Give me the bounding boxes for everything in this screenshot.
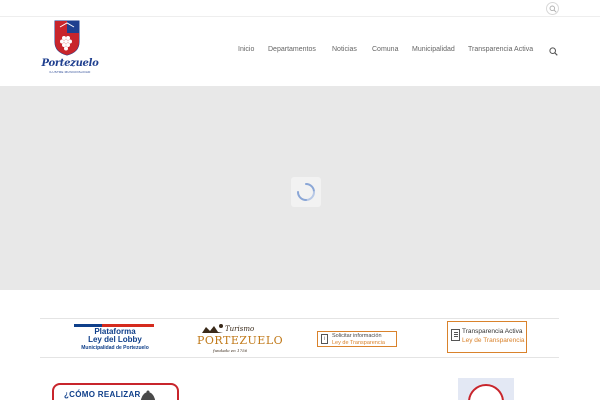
transparencia-box: Transparencia Activa Ley de Transparenci… bbox=[447, 321, 527, 353]
lobby-subtitle: Municipalidad de Portezuelo bbox=[81, 345, 149, 351]
document-icon: i bbox=[321, 334, 328, 344]
transparencia-subtitle: Ley de Transparencia bbox=[462, 337, 525, 344]
banner-solicitar-informacion[interactable]: i Solicitar información Ley de Transpare… bbox=[317, 319, 397, 357]
transparencia-title: Transparencia Activa bbox=[462, 328, 523, 335]
turismo-title: PORTEZUELO bbox=[197, 334, 284, 347]
logo-tagline: ILUSTRE MUNICIPALIDAD bbox=[49, 70, 91, 74]
solicitar-title: Solicitar información bbox=[332, 333, 382, 339]
search-icon bbox=[549, 5, 557, 13]
banner-row: Plataforma Ley del Lobby Municipalidad d… bbox=[40, 318, 559, 358]
top-utility-bar bbox=[0, 0, 600, 17]
document-icon bbox=[451, 329, 460, 341]
nav-item-transparencia-activa[interactable]: Transparencia Activa bbox=[468, 46, 533, 53]
banner-seal[interactable] bbox=[458, 378, 514, 400]
top-search-button[interactable] bbox=[546, 2, 559, 15]
nav-item-noticias[interactable]: Noticias bbox=[332, 46, 357, 53]
loading-indicator bbox=[291, 177, 321, 207]
logo-wordmark: Portezuelo bbox=[41, 58, 99, 69]
banner-transparencia-activa[interactable]: Transparencia Activa Ley de Transparenci… bbox=[447, 319, 527, 357]
site-header: Portezuelo ILUSTRE MUNICIPALIDAD Inicio … bbox=[0, 17, 600, 86]
main-nav: Inicio Departamentos Noticias Comuna Mun… bbox=[0, 46, 600, 58]
page: Portezuelo ILUSTRE MUNICIPALIDAD Inicio … bbox=[0, 0, 600, 400]
banner-como-realizar[interactable]: ¿CÓMO REALIZAR bbox=[52, 383, 179, 400]
nav-item-departamentos[interactable]: Departamentos bbox=[268, 46, 316, 53]
seal-icon bbox=[468, 384, 504, 400]
nav-item-inicio[interactable]: Inicio bbox=[238, 46, 254, 53]
turismo-label: Turismo bbox=[225, 325, 255, 333]
solicitar-box: i Solicitar información Ley de Transpare… bbox=[317, 331, 397, 347]
como-realizar-text: ¿CÓMO REALIZAR bbox=[64, 390, 141, 399]
search-icon[interactable] bbox=[549, 47, 558, 56]
nav-item-municipalidad[interactable]: Municipalidad bbox=[412, 46, 455, 53]
solicitar-subtitle: Ley de Transparencia bbox=[332, 340, 385, 346]
nav-item-comuna[interactable]: Comuna bbox=[372, 46, 398, 53]
hero-slider[interactable] bbox=[0, 86, 600, 290]
bell-icon bbox=[140, 390, 156, 400]
banner-ley-del-lobby[interactable]: Plataforma Ley del Lobby Municipalidad d… bbox=[70, 319, 160, 357]
loading-spinner-icon bbox=[297, 183, 315, 201]
lobby-title-2: Ley del Lobby bbox=[88, 335, 142, 344]
turismo-founded: fundado en 1756 bbox=[213, 348, 248, 353]
banner-turismo[interactable]: Turismo PORTEZUELO fundado en 1756 bbox=[193, 319, 284, 357]
